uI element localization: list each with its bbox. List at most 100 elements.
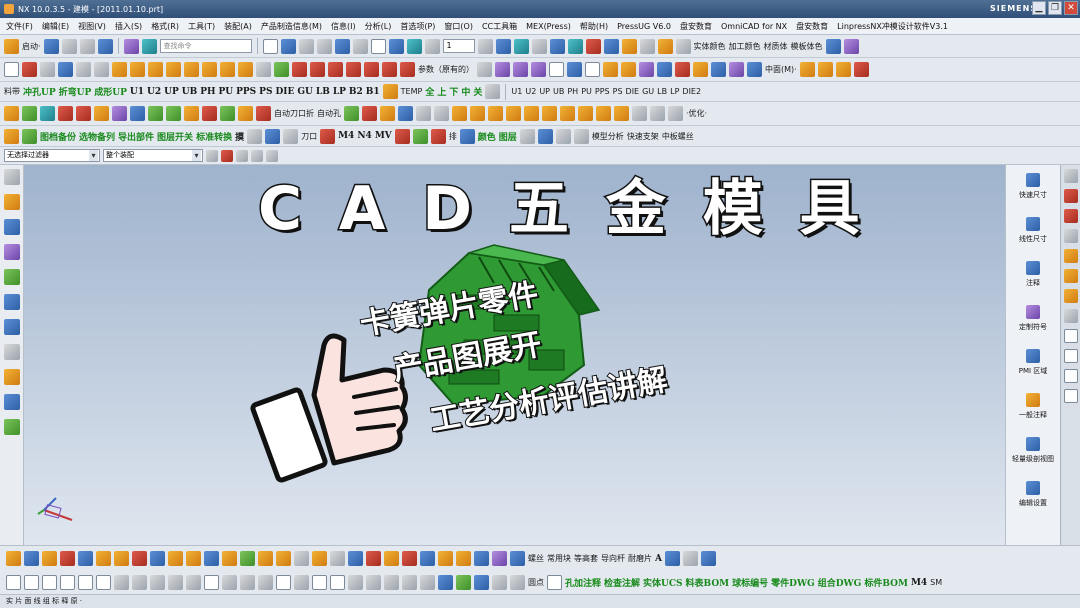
b2-button[interactable]: B2 bbox=[349, 87, 363, 97]
midsurface-dropdown[interactable]: 中面(M)· bbox=[765, 64, 797, 75]
side-tool-7-icon[interactable] bbox=[1063, 289, 1078, 303]
color-button[interactable]: 颜色 bbox=[478, 130, 496, 143]
menu-help[interactable]: 帮助(H) bbox=[580, 21, 608, 32]
thicken-icon[interactable] bbox=[693, 62, 708, 77]
history-icon[interactable] bbox=[3, 294, 20, 310]
menu-info[interactable]: 信息(I) bbox=[331, 21, 356, 32]
ellipse-tool-icon[interactable] bbox=[78, 575, 93, 590]
part-navigator-icon[interactable] bbox=[3, 244, 20, 260]
menu-tools[interactable]: 工具(T) bbox=[188, 21, 215, 32]
angle-tool-2-icon[interactable] bbox=[186, 575, 201, 590]
sphere-icon[interactable] bbox=[621, 62, 636, 77]
common-block-button[interactable]: 常用块 bbox=[547, 553, 571, 564]
temp-button[interactable]: TEMP bbox=[401, 87, 423, 96]
mirror-icon[interactable] bbox=[621, 38, 637, 54]
all-button[interactable]: 全 bbox=[425, 85, 434, 98]
torus-icon[interactable] bbox=[639, 62, 654, 77]
bend-icon[interactable] bbox=[835, 62, 851, 77]
m4-bottom-button[interactable]: M4 bbox=[911, 578, 927, 588]
edit-settings-button[interactable]: 编辑设置 bbox=[1019, 481, 1047, 508]
pen-icon[interactable] bbox=[700, 551, 716, 566]
check-note-button[interactable]: 检查注解 bbox=[604, 576, 640, 589]
side-tool-3-icon[interactable] bbox=[1063, 209, 1078, 223]
ruler-icon[interactable] bbox=[657, 38, 673, 54]
menu-file[interactable]: 文件(F) bbox=[6, 21, 33, 32]
pps-button-2[interactable]: PPS bbox=[595, 87, 610, 96]
chamfer-tool-icon[interactable] bbox=[78, 551, 93, 566]
trim-tool-icon[interactable] bbox=[96, 551, 111, 566]
lb-button[interactable]: LB bbox=[316, 87, 330, 97]
menu-omnicad[interactable]: OmniCAD for NX bbox=[721, 22, 787, 31]
layer-button[interactable]: 图层 bbox=[499, 130, 517, 143]
table-icon[interactable] bbox=[675, 38, 691, 54]
line-tool-icon[interactable] bbox=[24, 551, 39, 566]
polygon-tool-icon[interactable] bbox=[42, 575, 57, 590]
pmi-region-button[interactable]: PMI 区域 bbox=[1019, 349, 1047, 376]
tool-icon[interactable] bbox=[4, 128, 19, 144]
wrench-icon[interactable] bbox=[519, 128, 535, 144]
lp-button-2[interactable]: LP bbox=[670, 87, 679, 96]
plate-icon[interactable] bbox=[22, 106, 37, 121]
flat-pattern-icon[interactable] bbox=[799, 62, 815, 77]
balloon-number-button[interactable]: 球标编号 bbox=[732, 576, 768, 589]
offset-tool-icon[interactable] bbox=[114, 551, 129, 566]
touch-mode-icon[interactable] bbox=[123, 38, 139, 54]
restore-button[interactable]: ❐ bbox=[1048, 1, 1062, 15]
check-icon[interactable] bbox=[380, 106, 395, 121]
m4-button[interactable]: M4 bbox=[338, 131, 354, 141]
slot-tool-icon[interactable] bbox=[60, 575, 75, 590]
pu-button-2[interactable]: PU bbox=[581, 87, 592, 96]
auto-edge-button[interactable]: 自动刀口折 bbox=[274, 108, 314, 119]
gusset-icon[interactable] bbox=[510, 551, 525, 566]
constraint-navigator-icon[interactable] bbox=[3, 219, 20, 235]
insert-icon[interactable] bbox=[40, 106, 55, 121]
wave-tool-icon[interactable] bbox=[456, 575, 471, 590]
offset-icon[interactable] bbox=[310, 62, 325, 77]
replace-face-icon[interactable] bbox=[276, 551, 291, 566]
cube-view-icon[interactable] bbox=[334, 38, 350, 54]
layer-settings-icon[interactable] bbox=[477, 38, 493, 54]
gear-icon[interactable] bbox=[843, 38, 859, 54]
u2-button-2[interactable]: U2 bbox=[525, 87, 536, 96]
circle-tool-5-icon[interactable] bbox=[312, 575, 327, 590]
cube-blue-icon[interactable] bbox=[664, 551, 680, 566]
snap-icon[interactable] bbox=[513, 38, 529, 54]
rectangle-icon[interactable] bbox=[4, 62, 19, 77]
intersect-icon[interactable] bbox=[382, 62, 397, 77]
punch-up-button[interactable]: 冲孔UP bbox=[23, 85, 56, 98]
lower-button[interactable]: 下 bbox=[449, 85, 458, 98]
pencil-icon[interactable] bbox=[682, 551, 698, 566]
side-tool-1-icon[interactable] bbox=[1063, 169, 1078, 183]
model-analysis-button[interactable]: 模型分析 bbox=[592, 131, 624, 142]
bend-up-button[interactable]: 折弯UP bbox=[59, 85, 92, 98]
standard-bom-button[interactable]: 标件BOM bbox=[864, 576, 908, 589]
strip-button[interactable]: 料带 bbox=[4, 86, 20, 97]
dot-tool-icon[interactable] bbox=[420, 575, 435, 590]
flange-tool-icon[interactable] bbox=[402, 551, 417, 566]
move-face-icon[interactable] bbox=[294, 551, 309, 566]
side-tool-6-icon[interactable] bbox=[1063, 269, 1078, 283]
machining-color-button[interactable]: 加工颜色 bbox=[729, 41, 761, 52]
resize-icon[interactable] bbox=[330, 551, 345, 566]
lightweight-section-button[interactable]: 轻量级剖视图 bbox=[1012, 437, 1054, 464]
measure-icon[interactable] bbox=[531, 38, 547, 54]
check-green-icon[interactable] bbox=[22, 128, 37, 144]
redo-icon[interactable] bbox=[79, 38, 95, 54]
arch-tool-icon[interactable] bbox=[96, 575, 111, 590]
select-list-button[interactable]: 选物备列 bbox=[79, 130, 115, 143]
u1-button-2[interactable]: U1 bbox=[511, 87, 522, 96]
plane-tool-icon[interactable] bbox=[240, 551, 255, 566]
red-tool-icon[interactable] bbox=[320, 128, 336, 144]
die-button[interactable]: DIE bbox=[275, 87, 294, 97]
side-tool-10-icon[interactable] bbox=[1063, 349, 1078, 363]
stopper-icon[interactable] bbox=[166, 106, 181, 121]
wcs-icon[interactable] bbox=[495, 38, 511, 54]
form-up-button[interactable]: 成形UP bbox=[94, 85, 127, 98]
template-color-button[interactable]: 模板体色 bbox=[791, 41, 823, 52]
start-icon[interactable] bbox=[4, 38, 19, 54]
zigzag-tool-icon[interactable] bbox=[492, 575, 507, 590]
circle-tool-icon[interactable] bbox=[6, 575, 21, 590]
n4-button[interactable]: N4 bbox=[357, 131, 372, 141]
cube-orange-9-icon[interactable] bbox=[614, 106, 629, 121]
delete-face-icon[interactable] bbox=[258, 551, 273, 566]
